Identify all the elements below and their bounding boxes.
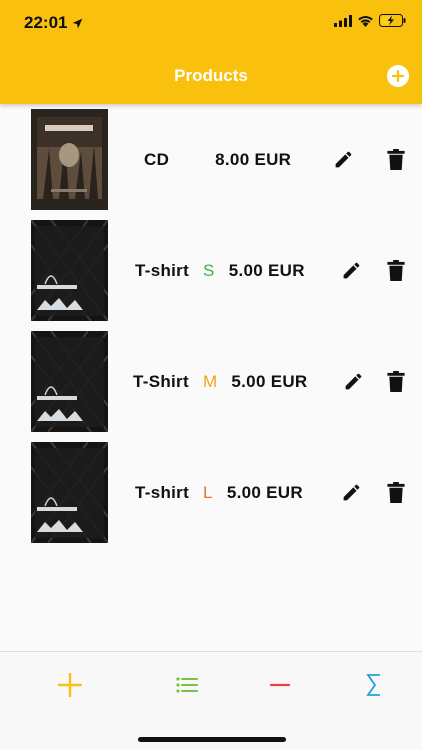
trash-icon[interactable]: [387, 371, 405, 392]
home-indicator: [138, 737, 286, 742]
product-size: S: [203, 260, 215, 280]
pencil-icon[interactable]: [341, 260, 362, 281]
status-time-text: 22:01: [24, 13, 68, 32]
product-price: 8.00 EUR: [215, 149, 292, 169]
pencil-icon[interactable]: [341, 482, 362, 503]
pencil-icon[interactable]: [343, 371, 364, 392]
product-row[interactable]: T-shirt S 5.00 EUR: [0, 215, 422, 326]
tab-remove[interactable]: [260, 670, 300, 700]
cd-cover-image: [31, 109, 108, 210]
location-arrow-icon: [73, 18, 83, 28]
status-time: 22:01: [24, 13, 84, 33]
trash-icon[interactable]: [387, 149, 405, 170]
add-product-button[interactable]: [387, 65, 409, 87]
tab-add[interactable]: [50, 670, 90, 700]
plus-circle-icon: [392, 70, 404, 82]
product-info: T-shirt S 5.00 EUR: [135, 215, 305, 326]
product-size: M: [202, 371, 218, 391]
tshirt-image: [31, 442, 108, 543]
product-name: CD: [144, 149, 170, 169]
product-thumbnail: [31, 220, 108, 321]
trash-icon[interactable]: [387, 260, 405, 281]
bottom-tab-bar: [0, 651, 422, 750]
pencil-icon[interactable]: [333, 149, 354, 170]
product-thumbnail: [31, 442, 108, 543]
product-thumbnail: [31, 331, 108, 432]
tab-list[interactable]: [167, 670, 207, 700]
product-price: 5.00 EUR: [228, 260, 305, 280]
product-price: 5.00 EUR: [231, 371, 308, 391]
product-row[interactable]: CD 8.00 EUR: [0, 104, 422, 215]
page-title: Products: [174, 66, 248, 85]
product-name: T-shirt: [135, 260, 190, 280]
sigma-icon: [366, 674, 380, 696]
signal-icon: [334, 14, 352, 27]
product-thumbnail: [31, 109, 108, 210]
tshirt-image: [31, 331, 108, 432]
status-indicators: [334, 14, 406, 27]
battery-charging-icon: [379, 14, 406, 27]
tshirt-image: [31, 220, 108, 321]
product-row[interactable]: T-Shirt M 5.00 EUR: [0, 326, 422, 437]
minus-icon: [270, 683, 290, 687]
product-row[interactable]: T-shirt L 5.00 EUR: [0, 437, 422, 548]
product-size: L: [203, 482, 213, 502]
list-icon: [176, 677, 198, 693]
product-info: CD 8.00 EUR: [144, 104, 291, 215]
wifi-icon: [358, 15, 373, 27]
plus-icon: [58, 673, 82, 697]
product-name: T-Shirt: [133, 371, 189, 391]
product-name: T-shirt: [135, 482, 190, 502]
trash-icon[interactable]: [387, 482, 405, 503]
app-header: 22:01 Products: [0, 0, 422, 104]
tab-sum[interactable]: [354, 670, 394, 700]
product-price: 5.00 EUR: [226, 482, 303, 502]
product-info: T-shirt L 5.00 EUR: [135, 437, 303, 548]
product-info: T-Shirt M 5.00 EUR: [133, 326, 308, 437]
